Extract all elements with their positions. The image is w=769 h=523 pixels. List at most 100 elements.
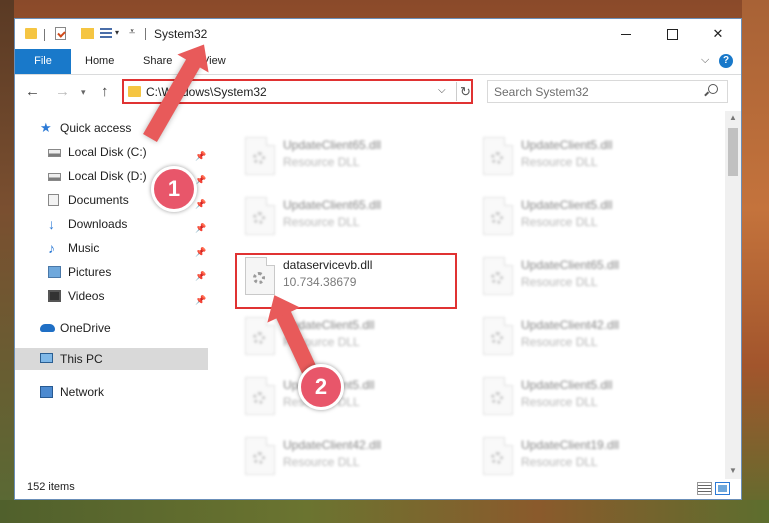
file-tile[interactable]: UpdateClient65.dll Resource DLL — [235, 129, 465, 187]
desktop-background-right — [742, 0, 769, 523]
pin-icon[interactable]: 📌 — [195, 289, 206, 311]
properties-icon[interactable] — [55, 27, 66, 40]
tab-file[interactable]: File — [15, 49, 71, 74]
drive-icon — [48, 173, 61, 181]
file-name: UpdateClient42.dll — [521, 318, 620, 332]
ribbon: File Home Share View ⌵ ? — [15, 49, 741, 75]
item-count: 152 items — [27, 481, 75, 493]
up-arrow-icon[interactable]: ↑ — [101, 83, 109, 100]
refresh-icon[interactable]: ↻ — [456, 82, 474, 101]
back-arrow-icon[interactable]: ← — [25, 83, 40, 100]
help-icon[interactable]: ? — [719, 54, 733, 68]
file-description: Resource DLL — [521, 455, 598, 469]
sidebar-item-label: Downloads — [68, 217, 128, 231]
dll-file-icon — [483, 197, 513, 235]
pin-icon[interactable]: 📌 — [195, 193, 206, 215]
step-badge-2: 2 — [298, 364, 344, 410]
sidebar-item-local-disk-c[interactable]: Local Disk (C:) 📌 — [15, 141, 208, 163]
file-name: UpdateClient65.dll — [521, 258, 620, 272]
desktop-background-left — [0, 0, 14, 523]
file-name: UpdateClient65.dll — [283, 138, 382, 152]
pin-icon[interactable]: 📌 — [195, 241, 206, 263]
scroll-down-icon[interactable]: ▼ — [729, 466, 737, 475]
title-divider — [145, 28, 146, 40]
dll-file-icon — [483, 437, 513, 475]
scroll-up-icon[interactable]: ▲ — [729, 113, 737, 122]
tab-home[interactable]: Home — [73, 49, 126, 74]
file-tile[interactable]: UpdateClient5.dll Resource DLL — [235, 369, 465, 427]
file-description: Resource DLL — [283, 215, 360, 229]
folder-icon — [128, 86, 141, 97]
maximize-button[interactable] — [649, 19, 695, 49]
network-icon — [40, 386, 53, 398]
pin-icon[interactable]: 📌 — [195, 217, 206, 239]
file-tile[interactable]: UpdateClient65.dll Resource DLL — [473, 249, 703, 307]
sidebar-item-quick-access[interactable]: ★ Quick access — [15, 117, 208, 139]
details-view-icon[interactable] — [697, 482, 712, 495]
pin-icon[interactable]: 📌 — [195, 265, 206, 287]
drive-icon — [48, 149, 61, 157]
dll-file-icon — [245, 437, 275, 475]
file-description: Resource DLL — [521, 275, 598, 289]
dll-file-icon — [483, 317, 513, 355]
dll-file-icon — [245, 377, 275, 415]
sidebar-item-label: Pictures — [68, 265, 112, 279]
scrollbar-thumb[interactable] — [728, 128, 738, 176]
sidebar-item-videos[interactable]: Videos 📌 — [15, 285, 208, 307]
computer-icon — [40, 353, 53, 363]
close-button[interactable]: ✕ — [695, 19, 741, 49]
sidebar-item-label: Local Disk (C:) — [68, 145, 147, 159]
file-tile[interactable]: UpdateClient65.dll Resource DLL — [235, 189, 465, 247]
dll-file-icon — [245, 197, 275, 235]
sidebar-item-label: Quick access — [60, 121, 132, 135]
file-description: Resource DLL — [521, 395, 598, 409]
search-input[interactable] — [494, 84, 694, 99]
search-icon[interactable] — [708, 84, 718, 94]
file-tile[interactable]: UpdateClient42.dll Resource DLL — [235, 429, 465, 479]
chevron-down-icon[interactable]: ▾ — [115, 28, 119, 42]
sidebar-item-network[interactable]: Network — [15, 381, 208, 403]
new-folder-icon[interactable] — [81, 28, 94, 39]
view-options-icon[interactable] — [100, 28, 112, 40]
file-name: UpdateClient5.dll — [521, 378, 613, 392]
cloud-icon — [40, 324, 55, 332]
sidebar-item-this-pc[interactable]: This PC — [15, 348, 208, 370]
search-box[interactable] — [487, 80, 728, 103]
download-icon: ↓ — [48, 216, 55, 232]
dll-file-icon — [483, 377, 513, 415]
sidebar-item-pictures[interactable]: Pictures 📌 — [15, 261, 208, 283]
sidebar-item-onedrive[interactable]: OneDrive — [15, 317, 208, 339]
file-tile[interactable]: UpdateClient5.dll Resource DLL — [473, 129, 703, 187]
pin-icon[interactable]: 📌 — [195, 145, 206, 167]
file-tile[interactable]: UpdateClient19.dll Resource DLL — [473, 429, 703, 479]
file-description: Resource DLL — [521, 215, 598, 229]
file-description: Resource DLL — [283, 455, 360, 469]
sidebar-item-label: Videos — [68, 289, 105, 303]
sidebar-item-label: Music — [68, 241, 100, 255]
tab-share[interactable]: Share — [131, 49, 184, 74]
forward-arrow-icon[interactable]: → — [55, 83, 70, 100]
sidebar-item-label: OneDrive — [60, 321, 111, 335]
file-tile[interactable]: UpdateClient5.dll Resource DLL — [473, 369, 703, 427]
dll-file-icon — [245, 317, 275, 355]
address-row: ← → ▾ ↑ C:\Windows\System32 ⌵ ↻ — [15, 75, 741, 109]
folder-icon — [25, 28, 37, 39]
address-dropdown-icon[interactable]: ⌵ — [438, 85, 446, 96]
file-tile[interactable]: UpdateClient5.dll Resource DLL — [473, 189, 703, 247]
file-tile[interactable]: UpdateClient42.dll Resource DLL — [473, 309, 703, 367]
minimize-button[interactable] — [603, 19, 649, 49]
file-description: Resource DLL — [521, 335, 598, 349]
recent-locations-icon[interactable]: ▾ — [81, 87, 86, 98]
file-name: UpdateClient5.dll — [521, 138, 613, 152]
customize-toolbar-icon[interactable]: ⩡ — [129, 26, 135, 40]
tiles-view-icon[interactable] — [715, 482, 730, 495]
vertical-scrollbar[interactable]: ▲ ▼ — [725, 111, 741, 479]
dll-file-icon — [483, 137, 513, 175]
videos-icon — [48, 290, 61, 302]
sidebar-item-downloads[interactable]: ↓ Downloads 📌 — [15, 213, 208, 235]
minimize-icon — [621, 34, 631, 36]
documents-icon — [48, 194, 59, 206]
pictures-icon — [48, 266, 61, 278]
sidebar-item-music[interactable]: ♪ Music 📌 — [15, 237, 208, 259]
expand-ribbon-icon[interactable]: ⌵ — [701, 54, 709, 67]
